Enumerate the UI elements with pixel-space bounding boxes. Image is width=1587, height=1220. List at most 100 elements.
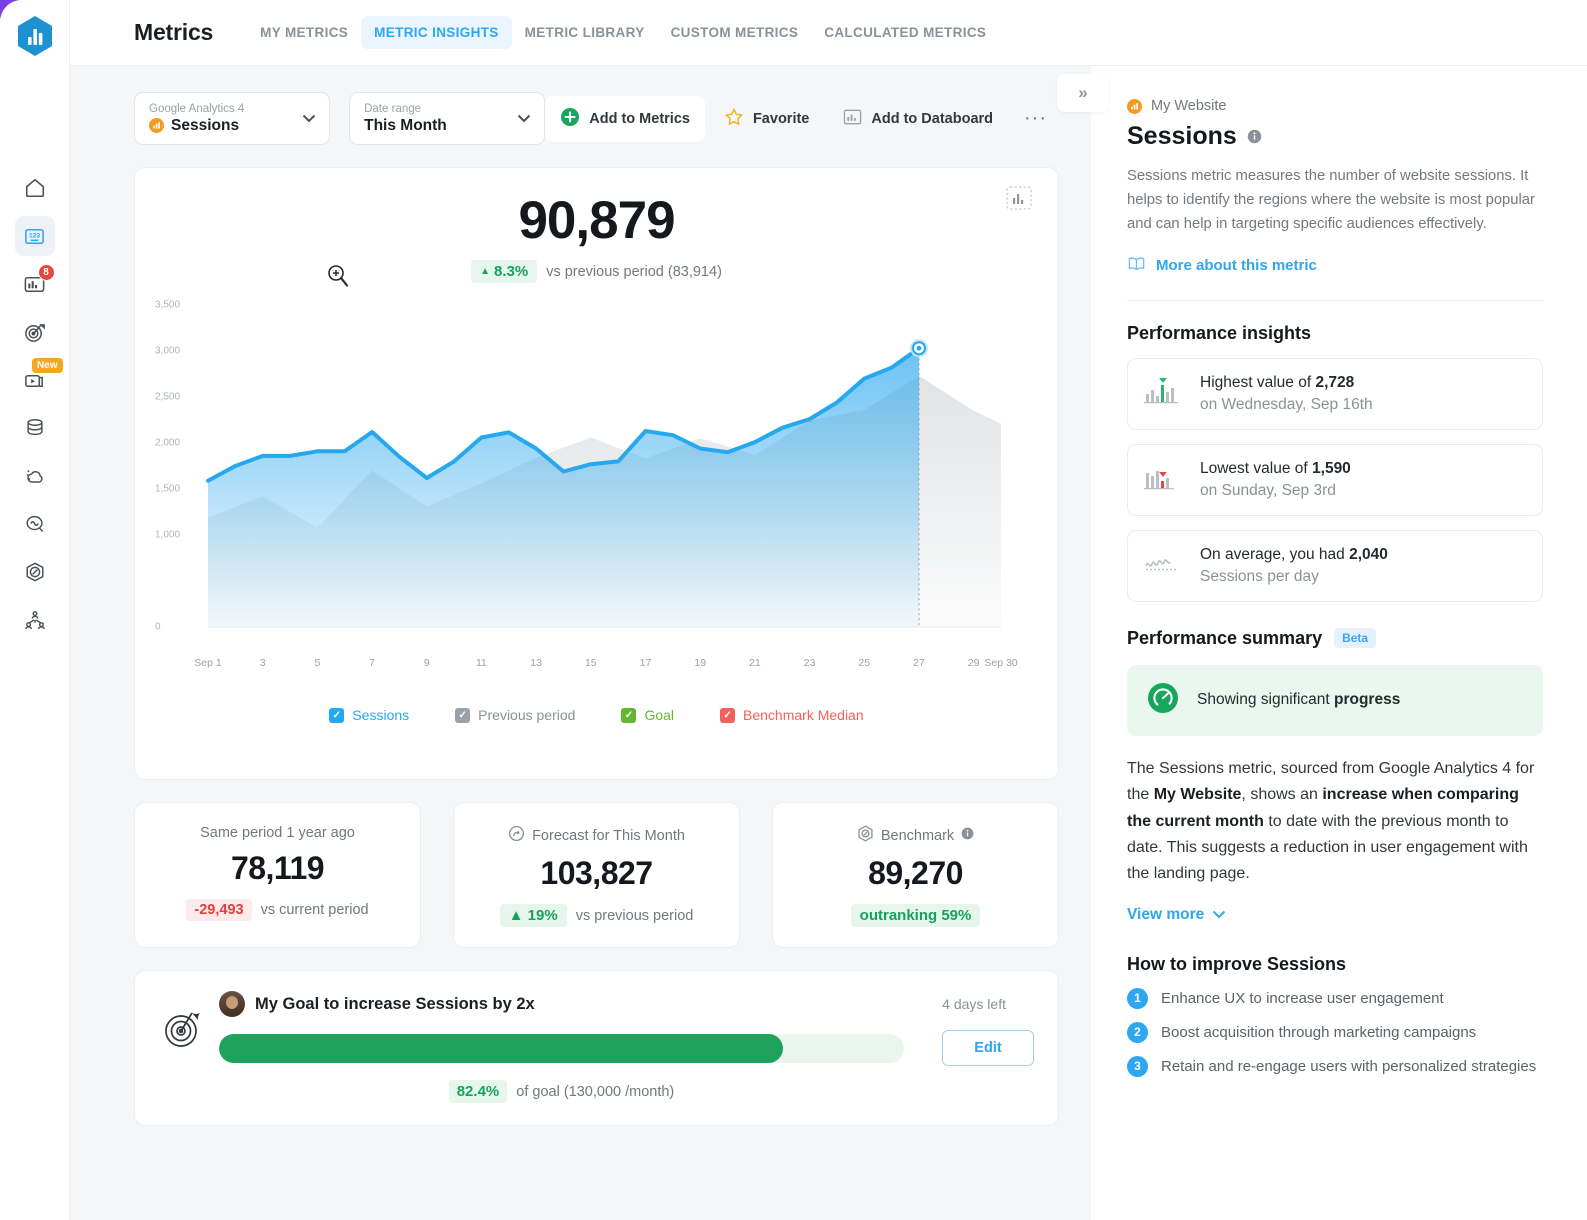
x-axis-tick: 17 <box>639 657 652 669</box>
metric-delta-sub: vs previous period (83,914) <box>546 263 722 280</box>
y-axis-tick: 0 <box>155 621 161 633</box>
insight-highest-value: Highest value of 2,728 on Wednesday, Sep… <box>1127 357 1543 430</box>
legend-checkbox[interactable]: ✓ <box>455 707 471 723</box>
performance-insights-heading: Performance insights <box>1127 322 1312 343</box>
favorite-button[interactable]: Favorite <box>709 96 824 142</box>
goal-header: My Goal to increase Sessions by 2x 4 day… <box>219 991 1034 1017</box>
legend-checkbox[interactable]: ✓ <box>621 707 637 723</box>
how-to-improve-heading: How to improve Sessions <box>1127 953 1347 974</box>
metric-delta-value: 8.3% <box>493 263 529 280</box>
sidebar-item-dashboards[interactable]: 8 <box>15 264 55 304</box>
summary-paragraph: The Sessions metric, sourced from Google… <box>1127 756 1543 888</box>
date-range-select[interactable]: Date range This Month <box>349 92 546 145</box>
tip-number: 2 <box>1127 1021 1148 1043</box>
databox-logo-icon[interactable] <box>15 14 55 58</box>
highest-value-icon <box>1144 374 1184 413</box>
sidebar-item-benchmarks[interactable] <box>15 552 55 592</box>
panel-title-text: Sessions <box>1127 122 1237 150</box>
chart-type-button[interactable] <box>1006 186 1032 210</box>
stat-title: Same period 1 year ago <box>149 825 406 841</box>
tab-custom-metrics[interactable]: CUSTOM METRICS <box>658 16 812 49</box>
sidebar-item-loops-video[interactable]: New <box>15 358 63 400</box>
goal-card: My Goal to increase Sessions by 2x 4 day… <box>134 970 1059 1126</box>
sidebar-item-goals[interactable] <box>15 312 55 352</box>
divider <box>1127 299 1543 301</box>
panel-source-row: My Website <box>1127 98 1543 114</box>
y-axis-tick: 3,000 <box>155 345 181 357</box>
add-to-databoard-button[interactable]: Add to Databoard <box>828 97 1008 141</box>
avatar <box>219 991 245 1017</box>
goal-body: My Goal to increase Sessions by 2x 4 day… <box>219 991 1034 1103</box>
legend-checkbox[interactable]: ✓ <box>720 707 736 723</box>
legend-item-previous-period[interactable]: ✓ Previous period <box>455 707 575 723</box>
tab-metric-insights[interactable]: METRIC INSIGHTS <box>361 16 512 49</box>
legend-item-goal[interactable]: ✓ Goal <box>621 707 674 723</box>
book-icon <box>1127 255 1146 276</box>
toolbar-actions: Add to Metrics Favorite Add to Databoard… <box>545 95 1059 142</box>
metric-source-label: Google Analytics 4 <box>149 103 245 115</box>
stat-value: 89,270 <box>868 855 963 891</box>
sidebar-item-data-sources[interactable] <box>15 408 55 448</box>
progress-gauge-icon <box>1145 680 1181 721</box>
chevron-down-icon <box>302 110 316 128</box>
delta-up-arrow-icon: ▲ <box>480 266 490 277</box>
y-axis-tick: 1,000 <box>155 529 181 541</box>
performance-summary-heading: Performance summary Beta <box>1127 628 1543 649</box>
date-range-label: Date range <box>364 103 422 115</box>
star-icon <box>724 107 744 131</box>
sidebar-item-alerts[interactable] <box>15 456 55 496</box>
stat-footer: outranking 59% <box>787 904 1044 927</box>
tab-calculated-metrics[interactable]: CALCULATED METRICS <box>811 16 999 49</box>
sidebar-item-metrics[interactable]: 123 <box>14 216 55 256</box>
tab-metric-library[interactable]: METRIC LIBRARY <box>512 16 658 49</box>
x-axis-tick: 7 <box>369 657 375 669</box>
stat-pill: -29,493 <box>186 899 252 921</box>
collapse-panel-button[interactable]: » <box>1057 74 1109 112</box>
metric-delta-row: ▲ 8.3% vs previous period (83,914) <box>153 260 1040 283</box>
page-title: Metrics <box>134 19 214 45</box>
sessions-area-chart[interactable]: 0 1,000 1,500 2,000 2,500 3,000 3,500 Sep 1 3 5 7… <box>153 297 1040 689</box>
info-icon[interactable] <box>1247 122 1262 151</box>
insight-line1: On average, you had 2,040 <box>1200 546 1388 563</box>
sidebar-item-insights[interactable] <box>15 504 55 544</box>
insight-line1-value: 2,728 <box>1315 373 1355 391</box>
legend-item-sessions[interactable]: ✓ Sessions <box>329 707 409 723</box>
beta-badge: Beta <box>1334 628 1377 649</box>
legend-checkbox[interactable]: ✓ <box>329 707 345 723</box>
view-more-button[interactable]: View more <box>1127 906 1543 924</box>
insight-line1-value: 1,590 <box>1312 459 1351 477</box>
insight-text: On average, you had 2,040 Sessions per d… <box>1200 544 1388 588</box>
add-to-databoard-label: Add to Databoard <box>871 110 994 127</box>
more-about-metric-link[interactable]: More about this metric <box>1127 255 1543 276</box>
insight-average-value: On average, you had 2,040 Sessions per d… <box>1127 529 1543 602</box>
goal-footer: 82.4% of goal (130,000 /month) <box>219 1080 904 1103</box>
stat-footer: ▲ 19% vs previous period <box>468 904 725 927</box>
sidebar-item-team[interactable] <box>15 600 55 640</box>
legend-label: Benchmark Median <box>743 707 864 723</box>
y-axis-tick: 2,500 <box>155 391 181 403</box>
metric-toolbar: Google Analytics 4 Sessions Date range T… <box>134 92 1059 145</box>
insight-line2: on Sunday, Sep 3rd <box>1200 481 1336 499</box>
improve-tip-1: 1 Enhance UX to increase user engagement <box>1127 987 1543 1009</box>
metric-source-value: Sessions <box>149 116 315 135</box>
stat-card-same-period: Same period 1 year ago 78,119 -29,493 vs… <box>134 802 421 948</box>
stat-card-benchmark: Benchmark 89,270 outranking 59% <box>772 802 1059 948</box>
plus-circle-icon <box>560 107 580 131</box>
tab-my-metrics[interactable]: MY METRICS <box>247 16 361 49</box>
more-options-button[interactable]: ··· <box>1012 103 1059 134</box>
edit-goal-button[interactable]: Edit <box>942 1030 1034 1066</box>
metric-source-select[interactable]: Google Analytics 4 Sessions <box>134 92 331 145</box>
add-to-metrics-button[interactable]: Add to Metrics <box>545 95 705 142</box>
chevron-down-icon <box>517 110 531 128</box>
sidebar-item-home[interactable] <box>15 168 55 208</box>
main-column: Metrics MY METRICS METRIC INSIGHTS METRI… <box>70 0 1587 1220</box>
favorite-label: Favorite <box>752 110 810 127</box>
x-axis-tick: 25 <box>858 657 871 669</box>
chart-legend: ✓ Sessions ✓ Previous period ✓ Goal ✓ Be… <box>153 707 1040 723</box>
summary-status-pre: Showing significant <box>1197 691 1334 709</box>
summary-b1: My Website <box>1153 786 1242 804</box>
info-icon[interactable] <box>961 827 974 844</box>
x-axis-tick: 11 <box>475 657 487 669</box>
legend-item-benchmark-median[interactable]: ✓ Benchmark Median <box>720 707 864 723</box>
y-axis-tick: 2,000 <box>155 437 181 449</box>
